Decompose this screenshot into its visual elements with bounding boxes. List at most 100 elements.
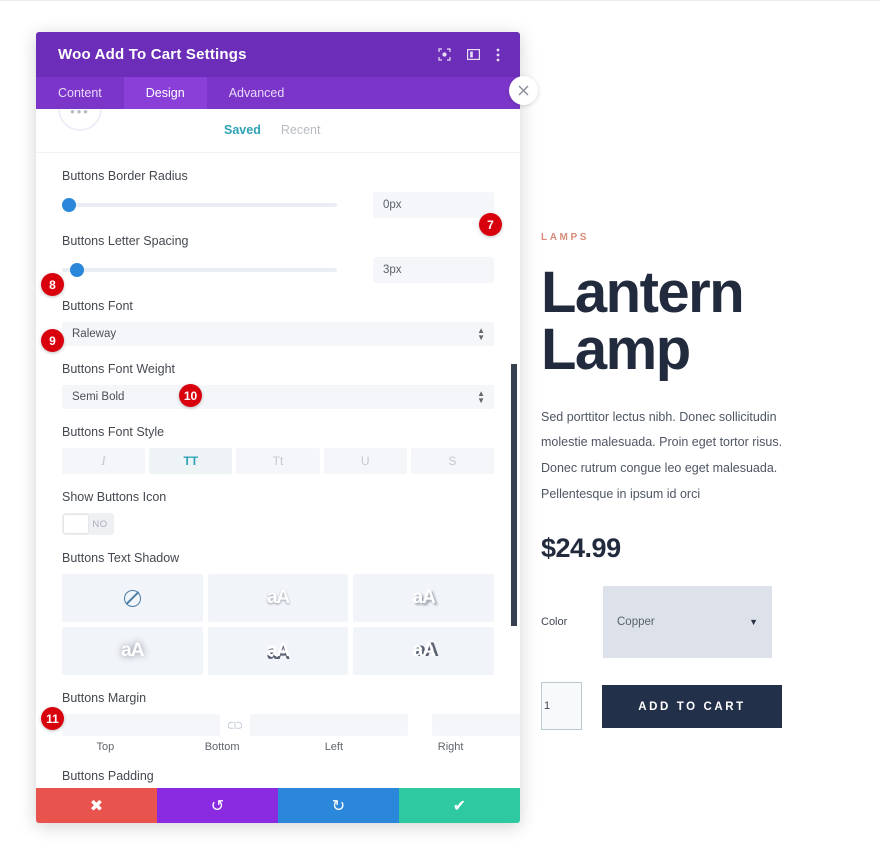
modal-tabs: Content Design Advanced <box>36 77 520 109</box>
tab-content[interactable]: Content <box>36 77 124 109</box>
product-title: Lantern Lamp <box>541 260 745 382</box>
redo-button[interactable]: ↻ <box>278 788 399 823</box>
italic-button[interactable]: I <box>62 448 146 474</box>
vertical-scrollbar[interactable] <box>511 364 517 626</box>
buttons-font-style-label: Buttons Font Style <box>62 425 165 439</box>
buttons-font-weight-label: Buttons Font Weight <box>62 362 176 376</box>
text-shadow-presets: aA aA aA aA aA <box>62 574 494 675</box>
loading-dots: ••• <box>70 109 90 119</box>
close-icon <box>518 85 529 96</box>
more-options-icon[interactable] <box>496 48 500 62</box>
cancel-button[interactable]: ✖ <box>36 788 157 823</box>
text-shadow-sample: aA <box>412 640 436 661</box>
product-price: $24.99 <box>541 533 621 564</box>
tab-saved[interactable]: Saved <box>224 123 261 137</box>
border-radius-row <box>62 192 494 218</box>
margin-bottom-label: Bottom <box>204 741 240 753</box>
buttons-font-weight-value: Semi Bold <box>72 391 125 403</box>
text-shadow-sample: aA <box>266 587 290 608</box>
product-category: LAMPS <box>541 232 589 243</box>
page-top-divider <box>0 0 880 1</box>
preset-tabs: Saved Recent <box>224 123 320 137</box>
presets-divider <box>36 152 520 153</box>
modal-header-icons <box>438 48 506 62</box>
text-shadow-sample: aA <box>412 587 436 608</box>
toggle-state-label: NO <box>92 518 108 530</box>
strikethrough-button[interactable]: S <box>410 448 495 474</box>
buttons-font-select[interactable]: Raleway ▲ ▼ <box>62 322 494 346</box>
show-buttons-icon-row: NO <box>62 513 494 535</box>
margin-left-input[interactable] <box>432 714 520 736</box>
variation-label: Color <box>541 616 568 629</box>
tab-advanced[interactable]: Advanced <box>207 77 307 109</box>
close-modal-button[interactable] <box>509 76 538 105</box>
text-shadow-preset[interactable]: aA <box>353 574 494 622</box>
modal-header: Woo Add To Cart Settings <box>36 32 520 77</box>
margin-horizontal-group <box>432 714 520 736</box>
text-shadow-preset[interactable]: aA <box>207 627 349 675</box>
text-shadow-sample: aA <box>121 640 144 661</box>
letter-spacing-label: Buttons Letter Spacing <box>62 234 189 248</box>
show-buttons-icon-label: Show Buttons Icon <box>62 490 167 504</box>
color-select[interactable]: Copper ▼ <box>603 586 772 659</box>
product-variation-row: Color Copper ▼ <box>541 586 841 659</box>
letter-spacing-input[interactable] <box>373 257 494 283</box>
capitalize-button[interactable]: Tt <box>236 448 320 474</box>
modal-title: Woo Add To Cart Settings <box>58 46 247 63</box>
tab-design[interactable]: Design <box>123 77 207 109</box>
text-shadow-preset[interactable]: aA <box>353 627 494 675</box>
no-shadow-icon <box>123 589 141 607</box>
slider-handle[interactable] <box>69 263 84 277</box>
step-badge-8: 8 <box>41 273 64 296</box>
buttons-margin-row <box>62 714 520 736</box>
sort-arrows-icon: ▲ ▼ <box>477 389 485 405</box>
border-radius-label: Buttons Border Radius <box>62 169 188 183</box>
buttons-margin-label: Buttons Margin <box>62 691 147 705</box>
font-style-group: I TT Tt U S <box>62 448 495 474</box>
sort-arrows-icon: ▲ ▼ <box>477 326 485 342</box>
undo-button[interactable]: ↺ <box>157 788 278 823</box>
step-badge-7: 7 <box>479 213 502 236</box>
screen: LAMPS Lantern Lamp Sed porttitor lectus … <box>0 0 880 851</box>
underline-button[interactable]: U <box>323 448 407 474</box>
margin-right-label: Right <box>437 741 464 753</box>
buttons-text-shadow-label: Buttons Text Shadow <box>62 551 180 565</box>
letter-spacing-slider[interactable] <box>62 263 337 277</box>
buttons-font-weight-select[interactable]: Semi Bold ▲ ▼ <box>62 385 494 409</box>
toggle-knob <box>64 515 88 533</box>
presets-strip: ••• Saved Recent <box>36 109 520 153</box>
focus-icon[interactable] <box>438 48 451 61</box>
show-buttons-icon-toggle[interactable]: NO <box>62 513 114 535</box>
border-radius-slider[interactable] <box>62 198 337 212</box>
modal-body: ••• Saved Recent Buttons Border Radius 0… <box>36 109 520 788</box>
layout-panel-icon[interactable] <box>467 48 480 61</box>
add-to-cart-button[interactable]: ADD TO CART <box>602 685 782 729</box>
tab-recent[interactable]: Recent <box>281 123 321 137</box>
step-badge-10: 10 <box>179 384 202 407</box>
margin-top-input[interactable] <box>62 714 220 736</box>
link-broken-icon[interactable] <box>220 721 250 730</box>
uppercase-button[interactable]: TT <box>149 448 233 474</box>
margin-left-label: Left <box>324 741 344 753</box>
text-shadow-sample: aA <box>266 640 290 661</box>
step-badge-9: 9 <box>41 329 64 352</box>
quantity-input[interactable] <box>541 682 582 731</box>
margin-vertical-group <box>62 714 408 736</box>
buttons-font-label: Buttons Font <box>62 299 133 313</box>
margin-top-label: Top <box>96 741 115 753</box>
product-preview: LAMPS Lantern Lamp Sed porttitor lectus … <box>541 232 841 731</box>
color-select-value: Copper <box>617 616 655 629</box>
text-shadow-none[interactable] <box>62 574 203 622</box>
modal-footer: ✖ ↺ ↻ ✔ <box>36 788 520 823</box>
text-shadow-preset[interactable]: aA <box>62 627 203 675</box>
settings-modal: Woo Add To Cart Settings Content Design … <box>36 32 520 823</box>
save-button[interactable]: ✔ <box>399 788 520 823</box>
margin-bottom-input[interactable] <box>250 714 408 736</box>
slider-handle[interactable] <box>62 198 76 212</box>
letter-spacing-row <box>62 257 494 283</box>
border-radius-input[interactable] <box>373 192 494 218</box>
text-shadow-preset[interactable]: aA <box>207 574 349 622</box>
buttons-padding-label: Buttons Padding <box>62 769 154 783</box>
buttons-font-value: Raleway <box>72 328 117 340</box>
settings-fields: Buttons Border Radius Buttons Letter Spa… <box>36 169 520 788</box>
